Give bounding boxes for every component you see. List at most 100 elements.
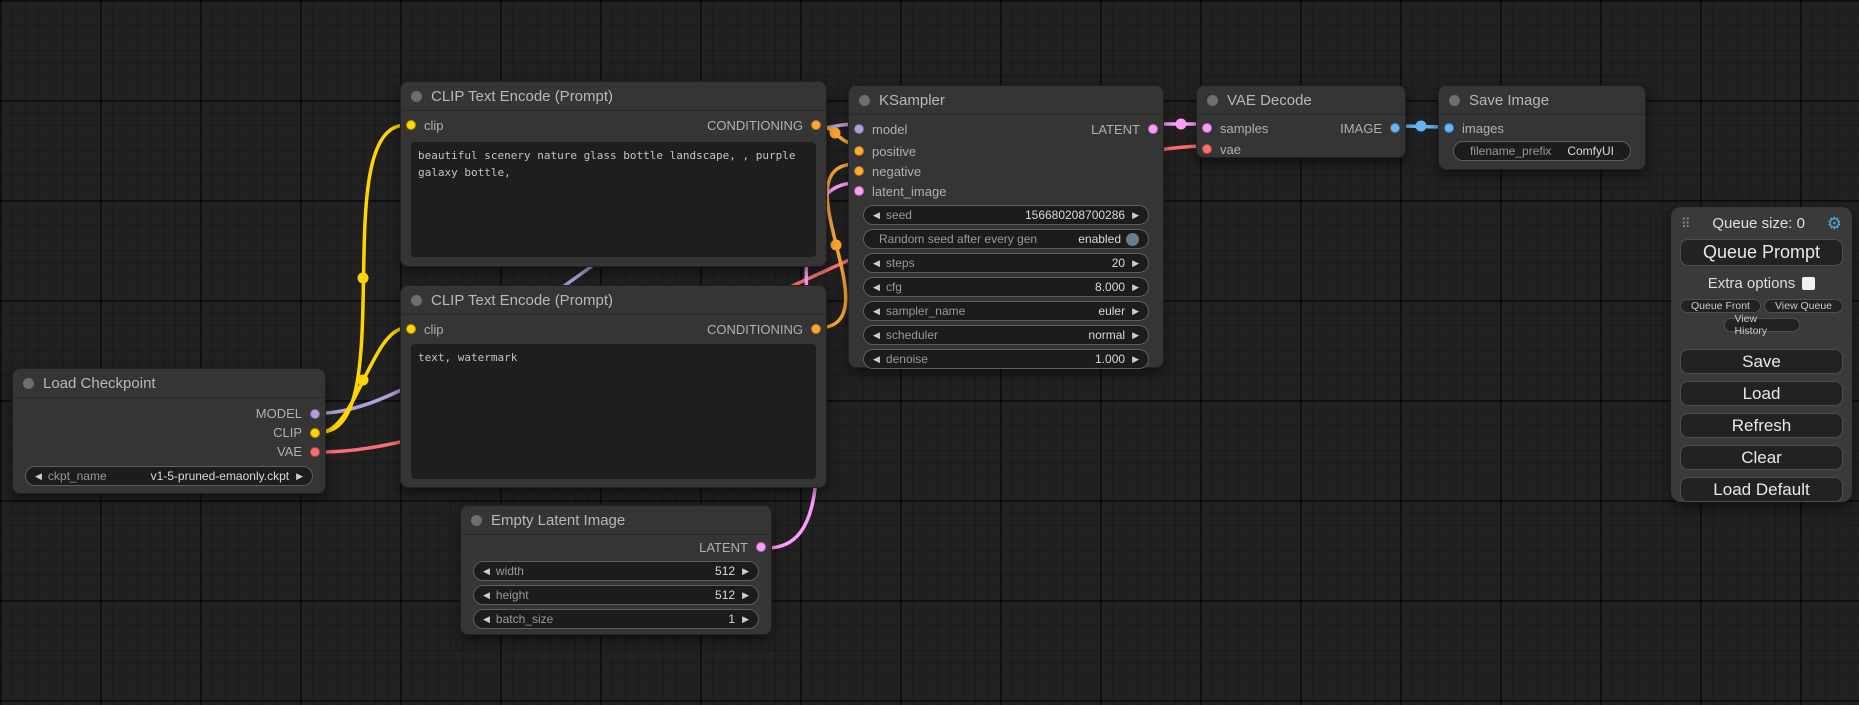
output-slot-conditioning[interactable] — [811, 324, 821, 334]
widget-label: denoise — [886, 352, 928, 366]
increment-arrow-icon[interactable]: ▶ — [1132, 307, 1139, 316]
increment-arrow-icon[interactable]: ▶ — [1132, 283, 1139, 292]
drag-handle-icon[interactable]: ⠿ — [1681, 216, 1691, 232]
widget-label: height — [496, 588, 529, 602]
node-load-checkpoint[interactable]: Load Checkpoint MODEL CLIP VAE ◀ ckpt_na… — [12, 368, 326, 494]
input-slot-negative[interactable] — [854, 166, 864, 176]
sampler-name-widget[interactable]: ◀ sampler_name euler ▶ — [863, 301, 1149, 321]
collapse-dot-icon[interactable] — [471, 515, 482, 526]
width-widget[interactable]: ◀ width 512 ▶ — [473, 561, 759, 581]
widget-label: cfg — [886, 280, 902, 294]
output-label: CLIP — [273, 425, 302, 440]
collapse-dot-icon[interactable] — [23, 378, 34, 389]
clear-button[interactable]: Clear — [1680, 445, 1843, 470]
widget-value: 512 — [715, 588, 735, 602]
batch-size-widget[interactable]: ◀ batch_size 1 ▶ — [473, 609, 759, 629]
decrement-arrow-icon[interactable]: ◀ — [483, 615, 490, 624]
output-slot-conditioning[interactable] — [811, 120, 821, 130]
increment-arrow-icon[interactable]: ▶ — [296, 472, 303, 481]
output-slot-latent[interactable] — [1148, 124, 1158, 134]
output-label: LATENT — [1091, 122, 1140, 137]
decrement-arrow-icon[interactable]: ◀ — [873, 331, 880, 340]
wire-dot — [830, 128, 841, 139]
settings-gear-icon[interactable]: ⚙ — [1827, 215, 1842, 232]
decrement-arrow-icon[interactable]: ◀ — [873, 259, 880, 268]
load-button[interactable]: Load — [1680, 381, 1843, 406]
widget-value: 512 — [715, 564, 735, 578]
node-clip-text-encode-positive[interactable]: CLIP Text Encode (Prompt) clip CONDITION… — [400, 81, 827, 267]
collapse-dot-icon[interactable] — [859, 95, 870, 106]
widget-value: v1-5-pruned-emaonly.ckpt — [151, 469, 290, 483]
output-slot-model[interactable] — [310, 409, 320, 419]
increment-arrow-icon[interactable]: ▶ — [1132, 211, 1139, 220]
height-widget[interactable]: ◀ height 512 ▶ — [473, 585, 759, 605]
increment-arrow-icon[interactable]: ▶ — [1132, 355, 1139, 364]
output-slot-latent[interactable] — [756, 542, 766, 552]
increment-arrow-icon[interactable]: ▶ — [1132, 331, 1139, 340]
output-slot-vae[interactable] — [310, 447, 320, 457]
input-slot-samples[interactable] — [1202, 123, 1212, 133]
collapse-dot-icon[interactable] — [1449, 95, 1460, 106]
node-ksampler[interactable]: KSampler model LATENT positive negative … — [848, 85, 1164, 368]
save-button[interactable]: Save — [1680, 349, 1843, 374]
steps-widget[interactable]: ◀ steps 20 ▶ — [863, 253, 1149, 273]
view-history-button[interactable]: View History — [1724, 318, 1800, 332]
decrement-arrow-icon[interactable]: ◀ — [483, 591, 490, 600]
decrement-arrow-icon[interactable]: ◀ — [873, 283, 880, 292]
collapse-dot-icon[interactable] — [411, 295, 422, 306]
queue-panel: ⠿ Queue size: 0 ⚙ Queue Prompt Extra opt… — [1671, 207, 1852, 502]
output-slot-clip[interactable] — [310, 428, 320, 438]
input-slot-model[interactable] — [854, 124, 864, 134]
widget-label: steps — [886, 256, 915, 270]
node-title: VAE Decode — [1227, 92, 1312, 109]
input-slot-images[interactable] — [1444, 123, 1454, 133]
wire-dot — [1416, 121, 1427, 132]
widget-label: seed — [886, 208, 912, 222]
collapse-dot-icon[interactable] — [1207, 95, 1218, 106]
node-clip-text-encode-negative[interactable]: CLIP Text Encode (Prompt) clip CONDITION… — [400, 285, 827, 488]
toggle-knob-icon[interactable] — [1126, 233, 1139, 246]
extra-options-checkbox[interactable] — [1802, 277, 1815, 290]
decrement-arrow-icon[interactable]: ◀ — [483, 567, 490, 576]
input-slot-latent-image[interactable] — [854, 186, 864, 196]
increment-arrow-icon[interactable]: ▶ — [742, 567, 749, 576]
ckpt-name-widget[interactable]: ◀ ckpt_name v1-5-pruned-emaonly.ckpt ▶ — [25, 466, 313, 486]
increment-arrow-icon[interactable]: ▶ — [742, 615, 749, 624]
view-queue-button[interactable]: View Queue — [1764, 299, 1843, 313]
output-slot-image[interactable] — [1390, 123, 1400, 133]
input-slot-vae[interactable] — [1202, 144, 1212, 154]
decrement-arrow-icon[interactable]: ◀ — [873, 307, 880, 316]
decrement-arrow-icon[interactable]: ◀ — [873, 211, 880, 220]
random-seed-toggle[interactable]: Random seed after every gen enabled — [863, 229, 1149, 249]
queue-prompt-button[interactable]: Queue Prompt — [1680, 239, 1843, 266]
collapse-dot-icon[interactable] — [411, 91, 422, 102]
queue-front-button[interactable]: Queue Front — [1680, 299, 1761, 313]
refresh-button[interactable]: Refresh — [1680, 413, 1843, 438]
filename-prefix-widget[interactable]: filename_prefix ComfyUI — [1453, 141, 1631, 161]
node-empty-latent-image[interactable]: Empty Latent Image LATENT ◀ width 512 ▶ … — [460, 505, 772, 635]
input-slot-clip[interactable] — [406, 324, 416, 334]
increment-arrow-icon[interactable]: ▶ — [742, 591, 749, 600]
cfg-widget[interactable]: ◀ cfg 8.000 ▶ — [863, 277, 1149, 297]
widget-label: sampler_name — [886, 304, 965, 318]
input-slot-positive[interactable] — [854, 146, 864, 156]
output-label: VAE — [277, 444, 302, 459]
load-default-button[interactable]: Load Default — [1680, 477, 1843, 502]
extra-options-label: Extra options — [1708, 275, 1796, 292]
output-label: LATENT — [699, 540, 748, 555]
decrement-arrow-icon[interactable]: ◀ — [35, 472, 42, 481]
input-label: images — [1462, 121, 1504, 136]
increment-arrow-icon[interactable]: ▶ — [1132, 259, 1139, 268]
node-save-image[interactable]: Save Image images filename_prefix ComfyU… — [1438, 85, 1646, 170]
scheduler-widget[interactable]: ◀ scheduler normal ▶ — [863, 325, 1149, 345]
prompt-textarea[interactable]: text, watermark — [411, 344, 816, 479]
prompt-textarea[interactable]: beautiful scenery nature glass bottle la… — [411, 142, 816, 257]
widget-value: 1 — [728, 612, 735, 626]
widget-label: filename_prefix — [1470, 144, 1551, 158]
seed-widget[interactable]: ◀ seed 156680208700286 ▶ — [863, 205, 1149, 225]
decrement-arrow-icon[interactable]: ◀ — [873, 355, 880, 364]
toggle-value: enabled — [1078, 232, 1121, 246]
node-vae-decode[interactable]: VAE Decode samples IMAGE vae — [1196, 85, 1406, 158]
denoise-widget[interactable]: ◀ denoise 1.000 ▶ — [863, 349, 1149, 369]
input-slot-clip[interactable] — [406, 120, 416, 130]
